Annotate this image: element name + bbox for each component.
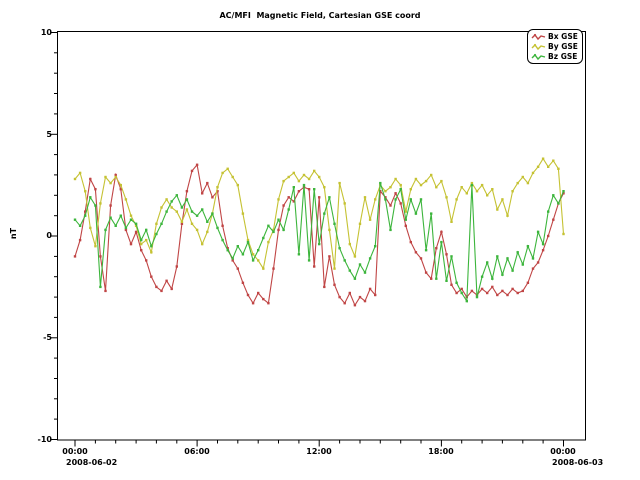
- legend-label: Bz GSE: [548, 52, 577, 62]
- legend-box: Bx GSE By GSE Bz GSE: [527, 29, 583, 64]
- legend-entry-bx: Bx GSE: [531, 32, 582, 42]
- legend-entry-by: By GSE: [531, 42, 582, 52]
- x-tick-label: 00:00: [543, 447, 583, 456]
- x-tick-label: 12:00: [299, 447, 339, 456]
- x-tick-label: 06:00: [177, 447, 217, 456]
- by-line-sample-icon: [531, 43, 546, 51]
- plot-window: AC/MFI Magnetic Field, Cartesian GSE coo…: [0, 0, 640, 480]
- x-tick-label: 18:00: [421, 447, 461, 456]
- bx-line-sample-icon: [531, 33, 546, 41]
- legend-label: By GSE: [548, 42, 578, 52]
- x-tick-label: 00:00: [55, 447, 95, 456]
- legend-label: Bx GSE: [548, 32, 578, 42]
- plot-svg: [0, 0, 640, 480]
- x-axis-date-start: 2008-06-02: [66, 458, 117, 467]
- x-axis-date-end: 2008-06-03: [552, 458, 603, 467]
- legend-entry-bz: Bz GSE: [531, 52, 582, 62]
- bz-line-sample-icon: [531, 53, 546, 61]
